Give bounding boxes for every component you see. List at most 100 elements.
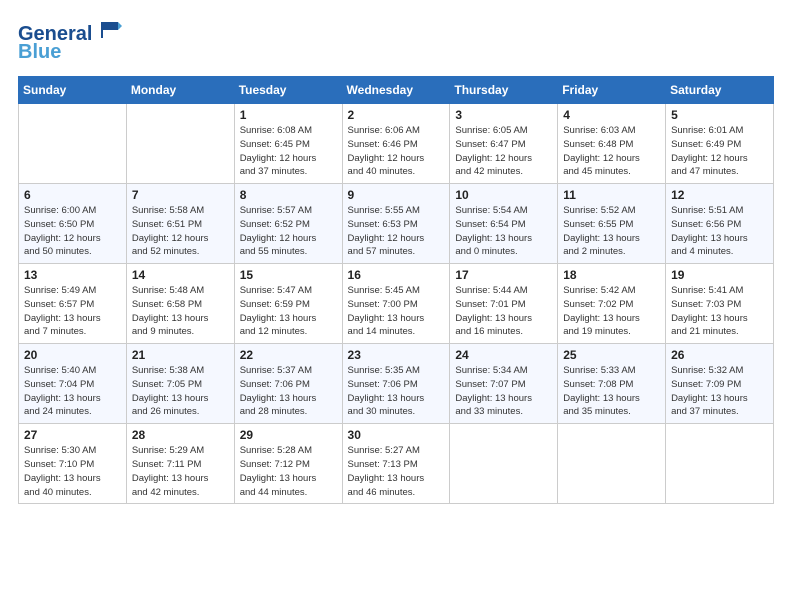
- calendar-cell: 23 Sunrise: 5:35 AM Sunset: 7:06 PM Dayli…: [342, 344, 450, 424]
- day-number: 24: [455, 348, 552, 362]
- calendar-cell: [558, 424, 666, 504]
- calendar-cell: 2 Sunrise: 6:06 AM Sunset: 6:46 PM Daylig…: [342, 104, 450, 184]
- week-row-2: 6 Sunrise: 6:00 AM Sunset: 6:50 PM Daylig…: [19, 184, 774, 264]
- day-info: Sunrise: 5:47 AM Sunset: 6:59 PM Dayligh…: [240, 284, 337, 339]
- day-number: 4: [563, 108, 660, 122]
- calendar-cell: 16 Sunrise: 5:45 AM Sunset: 7:00 PM Dayli…: [342, 264, 450, 344]
- day-number: 29: [240, 428, 337, 442]
- day-info: Sunrise: 5:32 AM Sunset: 7:09 PM Dayligh…: [671, 364, 768, 419]
- calendar-cell: [666, 424, 774, 504]
- day-info: Sunrise: 5:58 AM Sunset: 6:51 PM Dayligh…: [132, 204, 229, 259]
- day-info: Sunrise: 5:27 AM Sunset: 7:13 PM Dayligh…: [348, 444, 445, 499]
- weekday-header-monday: Monday: [126, 77, 234, 104]
- day-info: Sunrise: 6:03 AM Sunset: 6:48 PM Dayligh…: [563, 124, 660, 179]
- calendar-cell: 9 Sunrise: 5:55 AM Sunset: 6:53 PM Daylig…: [342, 184, 450, 264]
- day-info: Sunrise: 5:42 AM Sunset: 7:02 PM Dayligh…: [563, 284, 660, 339]
- header: General Blue: [18, 18, 774, 64]
- weekday-header-saturday: Saturday: [666, 77, 774, 104]
- calendar-cell: 15 Sunrise: 5:47 AM Sunset: 6:59 PM Dayli…: [234, 264, 342, 344]
- calendar-cell: 17 Sunrise: 5:44 AM Sunset: 7:01 PM Dayli…: [450, 264, 558, 344]
- day-info: Sunrise: 5:28 AM Sunset: 7:12 PM Dayligh…: [240, 444, 337, 499]
- calendar-cell: [450, 424, 558, 504]
- day-number: 5: [671, 108, 768, 122]
- weekday-header-sunday: Sunday: [19, 77, 127, 104]
- day-number: 20: [24, 348, 121, 362]
- calendar-cell: 10Sunrise: 5:54 AM Sunset: 6:54 PM Dayli…: [450, 184, 558, 264]
- calendar-cell: [19, 104, 127, 184]
- day-number: 2: [348, 108, 445, 122]
- day-info: Sunrise: 5:34 AM Sunset: 7:07 PM Dayligh…: [455, 364, 552, 419]
- calendar-cell: 12 Sunrise: 5:51 AM Sunset: 6:56 PM Dayli…: [666, 184, 774, 264]
- day-number: 23: [348, 348, 445, 362]
- week-row-4: 20 Sunrise: 5:40 AM Sunset: 7:04 PM Dayli…: [19, 344, 774, 424]
- day-number: 19: [671, 268, 768, 282]
- calendar-cell: 28 Sunrise: 5:29 AM Sunset: 7:11 PM Dayli…: [126, 424, 234, 504]
- day-info: Sunrise: 6:06 AM Sunset: 6:46 PM Dayligh…: [348, 124, 445, 179]
- day-info: Sunrise: 5:33 AM Sunset: 7:08 PM Dayligh…: [563, 364, 660, 419]
- calendar-cell: 14Sunrise: 5:48 AM Sunset: 6:58 PM Dayli…: [126, 264, 234, 344]
- day-info: Sunrise: 5:57 AM Sunset: 6:52 PM Dayligh…: [240, 204, 337, 259]
- calendar-cell: 5 Sunrise: 6:01 AM Sunset: 6:49 PM Daylig…: [666, 104, 774, 184]
- calendar-cell: 7 Sunrise: 5:58 AM Sunset: 6:51 PM Daylig…: [126, 184, 234, 264]
- day-info: Sunrise: 6:01 AM Sunset: 6:49 PM Dayligh…: [671, 124, 768, 179]
- day-number: 22: [240, 348, 337, 362]
- weekday-header-friday: Friday: [558, 77, 666, 104]
- day-info: Sunrise: 6:00 AM Sunset: 6:50 PM Dayligh…: [24, 204, 121, 259]
- day-number: 1: [240, 108, 337, 122]
- day-number: 30: [348, 428, 445, 442]
- weekday-header-wednesday: Wednesday: [342, 77, 450, 104]
- calendar-cell: 1 Sunrise: 6:08 AM Sunset: 6:45 PM Daylig…: [234, 104, 342, 184]
- day-number: 21: [132, 348, 229, 362]
- week-row-5: 27 Sunrise: 5:30 AM Sunset: 7:10 PM Dayli…: [19, 424, 774, 504]
- day-info: Sunrise: 5:52 AM Sunset: 6:55 PM Dayligh…: [563, 204, 660, 259]
- weekday-header-row: SundayMondayTuesdayWednesdayThursdayFrid…: [19, 77, 774, 104]
- day-number: 13: [24, 268, 121, 282]
- day-info: Sunrise: 6:08 AM Sunset: 6:45 PM Dayligh…: [240, 124, 337, 179]
- calendar-cell: 30 Sunrise: 5:27 AM Sunset: 7:13 PM Dayli…: [342, 424, 450, 504]
- day-number: 17: [455, 268, 552, 282]
- day-number: 7: [132, 188, 229, 202]
- day-number: 9: [348, 188, 445, 202]
- calendar-cell: 4 Sunrise: 6:03 AM Sunset: 6:48 PM Daylig…: [558, 104, 666, 184]
- day-number: 27: [24, 428, 121, 442]
- day-info: Sunrise: 5:40 AM Sunset: 7:04 PM Dayligh…: [24, 364, 121, 419]
- page: General Blue SundayMondayTuesdayWednesda: [0, 0, 792, 612]
- day-info: Sunrise: 5:38 AM Sunset: 7:05 PM Dayligh…: [132, 364, 229, 419]
- calendar-cell: 24 Sunrise: 5:34 AM Sunset: 7:07 PM Dayli…: [450, 344, 558, 424]
- calendar-cell: 6 Sunrise: 6:00 AM Sunset: 6:50 PM Daylig…: [19, 184, 127, 264]
- day-number: 15: [240, 268, 337, 282]
- day-number: 12: [671, 188, 768, 202]
- day-info: Sunrise: 5:29 AM Sunset: 7:11 PM Dayligh…: [132, 444, 229, 499]
- calendar-cell: 25 Sunrise: 5:33 AM Sunset: 7:08 PM Dayli…: [558, 344, 666, 424]
- day-info: Sunrise: 5:30 AM Sunset: 7:10 PM Dayligh…: [24, 444, 121, 499]
- day-number: 3: [455, 108, 552, 122]
- calendar-cell: 21 Sunrise: 5:38 AM Sunset: 7:05 PM Dayli…: [126, 344, 234, 424]
- calendar-table: SundayMondayTuesdayWednesdayThursdayFrid…: [18, 76, 774, 504]
- calendar-cell: 20 Sunrise: 5:40 AM Sunset: 7:04 PM Dayli…: [19, 344, 127, 424]
- week-row-1: 1 Sunrise: 6:08 AM Sunset: 6:45 PM Daylig…: [19, 104, 774, 184]
- day-info: Sunrise: 5:55 AM Sunset: 6:53 PM Dayligh…: [348, 204, 445, 259]
- calendar-cell: 18Sunrise: 5:42 AM Sunset: 7:02 PM Dayli…: [558, 264, 666, 344]
- day-number: 28: [132, 428, 229, 442]
- day-info: Sunrise: 5:44 AM Sunset: 7:01 PM Dayligh…: [455, 284, 552, 339]
- day-number: 6: [24, 188, 121, 202]
- day-info: Sunrise: 5:54 AM Sunset: 6:54 PM Dayligh…: [455, 204, 552, 259]
- day-info: Sunrise: 5:48 AM Sunset: 6:58 PM Dayligh…: [132, 284, 229, 339]
- weekday-header-thursday: Thursday: [450, 77, 558, 104]
- logo: General Blue: [18, 18, 122, 64]
- day-number: 16: [348, 268, 445, 282]
- logo-flag-icon: [100, 18, 122, 40]
- day-number: 8: [240, 188, 337, 202]
- day-number: 25: [563, 348, 660, 362]
- calendar-cell: 29 Sunrise: 5:28 AM Sunset: 7:12 PM Dayli…: [234, 424, 342, 504]
- day-info: Sunrise: 5:41 AM Sunset: 7:03 PM Dayligh…: [671, 284, 768, 339]
- calendar-cell: 26Sunrise: 5:32 AM Sunset: 7:09 PM Dayli…: [666, 344, 774, 424]
- week-row-3: 13 Sunrise: 5:49 AM Sunset: 6:57 PM Dayli…: [19, 264, 774, 344]
- day-info: Sunrise: 5:45 AM Sunset: 7:00 PM Dayligh…: [348, 284, 445, 339]
- day-info: Sunrise: 5:35 AM Sunset: 7:06 PM Dayligh…: [348, 364, 445, 419]
- day-info: Sunrise: 5:37 AM Sunset: 7:06 PM Dayligh…: [240, 364, 337, 419]
- calendar-cell: 13 Sunrise: 5:49 AM Sunset: 6:57 PM Dayli…: [19, 264, 127, 344]
- day-info: Sunrise: 5:49 AM Sunset: 6:57 PM Dayligh…: [24, 284, 121, 339]
- day-info: Sunrise: 5:51 AM Sunset: 6:56 PM Dayligh…: [671, 204, 768, 259]
- calendar-cell: [126, 104, 234, 184]
